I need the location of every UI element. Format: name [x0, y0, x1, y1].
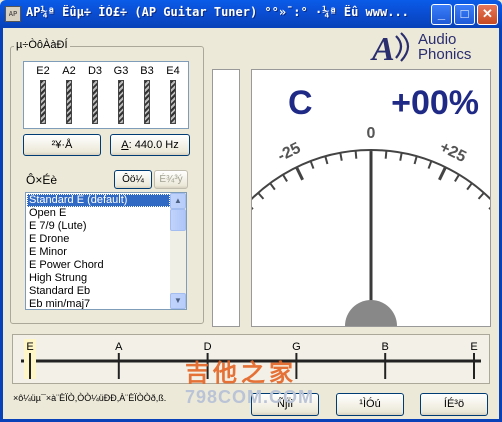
tuning-list-item[interactable]: Standard E (default) — [27, 194, 170, 207]
fret-note-label: E — [26, 341, 33, 353]
meter-tick — [354, 150, 358, 159]
close-button[interactable]: ✕ — [477, 4, 498, 25]
fret-note-label: B — [382, 341, 389, 353]
tuning-list-item[interactable]: E Power Chord — [27, 259, 170, 272]
meter-tick — [413, 155, 418, 165]
detected-note: C — [288, 84, 313, 122]
play-button[interactable]: ²¥·Å — [23, 134, 101, 156]
tuning-list[interactable]: ▲ ▼ Standard E (default) Open EE 7/9 (Lut… — [25, 192, 187, 310]
fret-note-label: D — [204, 341, 212, 353]
string-peg-a2[interactable] — [66, 80, 72, 124]
string-label: E4 — [166, 65, 180, 77]
fretboard-indicator: EADGBE — [12, 334, 490, 384]
reference-pitch-button[interactable]: A: 440.0 Hz — [110, 134, 190, 156]
meter-tick — [257, 192, 265, 200]
about-button[interactable]: ¹ÌÓú — [336, 393, 404, 416]
tuning-list-item[interactable]: E Minor — [27, 246, 170, 259]
scroll-thumb[interactable] — [170, 209, 186, 231]
string-label: E2 — [36, 65, 50, 77]
meter-tick — [295, 166, 304, 181]
group-label: µ÷ÒôÀàÐÍ — [14, 39, 70, 51]
tuning-list-item[interactable]: Eb min/maj7 — [27, 298, 170, 309]
pitch-value: : 440.0 Hz — [128, 139, 179, 151]
level-meter-strip — [212, 69, 240, 327]
tuning-list-item[interactable]: E 7/9 (Lute) — [27, 220, 170, 233]
meter-tick — [282, 174, 288, 182]
meter-scale-label: +25 — [437, 139, 469, 166]
fret-note-label: G — [292, 341, 301, 353]
scroll-down-icon[interactable]: ▼ — [170, 293, 186, 309]
add-tuning-button[interactable]: Ôö¼ — [114, 170, 152, 189]
tuning-list-item[interactable]: High Strung — [27, 272, 170, 285]
string-label: D3 — [87, 65, 103, 77]
tuning-list-title: Ô×Éè — [26, 173, 58, 187]
list-scrollbar[interactable]: ▲ ▼ — [170, 193, 186, 309]
status-text: ×ô¼üµ¯×à¨ÈÏÒ,ÒÒ¼üÐÐ,À¨ÈÏÒÒð,ß. — [13, 393, 167, 403]
meter-tick — [427, 160, 433, 169]
string-peg-e4[interactable] — [170, 80, 176, 124]
logo-text: Audio Phonics — [418, 32, 471, 62]
maximize-button[interactable]: □ — [454, 4, 475, 25]
meter-scale-label: 0 — [367, 125, 376, 142]
logo-mark: A — [370, 31, 395, 64]
logo-mark-icon: A — [370, 31, 410, 64]
meter-tick — [399, 152, 403, 161]
meter-hub — [345, 300, 397, 326]
string-peg-d3[interactable] — [92, 80, 98, 124]
minimize-button[interactable]: _ — [431, 4, 452, 25]
meter-tick — [454, 174, 460, 182]
meter-tick — [252, 206, 254, 210]
meter-tick — [324, 155, 329, 165]
logo-line-1: Audio — [418, 31, 457, 48]
meter-dial: C +00% -50-250+25+50 — [252, 84, 490, 326]
strings-panel: E2 A2 D3 G3 B3 E4 — [23, 61, 189, 129]
help-button[interactable]: ÑjÏi — [251, 393, 319, 416]
audio-phonics-logo: A Audio Phonics — [368, 30, 488, 66]
delete-tuning-button[interactable]: É¾³ý — [154, 170, 188, 189]
exit-button[interactable]: ÍÉ³ö — [420, 393, 488, 416]
fret-note-label: A — [115, 341, 123, 353]
meter-tick — [477, 192, 485, 200]
fretboard-strip: EADGBE — [21, 339, 481, 379]
meter-tick — [384, 150, 388, 159]
logo-line-2: Phonics — [418, 46, 472, 63]
meter-scale-label: -25 — [275, 140, 303, 165]
string-peg-e2[interactable] — [40, 80, 46, 124]
string-peg-b3[interactable] — [144, 80, 150, 124]
tuning-list-item[interactable]: Standard Eb — [27, 285, 170, 298]
string-label: A2 — [62, 65, 76, 77]
string-label: B3 — [140, 65, 154, 77]
meter-tick — [438, 166, 447, 181]
fret-note-label: E — [470, 341, 477, 353]
meter-tick — [309, 160, 315, 169]
meter-tick — [269, 182, 276, 191]
tuning-list-item[interactable]: Open E — [27, 207, 170, 220]
string-label: G3 — [113, 65, 129, 77]
window-title: AP¼ª Ëûµ÷ ÌÒ£÷ (AP Guitar Tuner) °°»¯:° … — [26, 5, 409, 19]
pitch-accel-key: A — [121, 139, 129, 151]
title-bar[interactable]: AP AP¼ª Ëûµ÷ ÌÒ£÷ (AP Guitar Tuner) °°»¯… — [0, 0, 502, 28]
tuning-meter: C +00% -50-250+25+50 — [251, 69, 491, 327]
pitch-deviation: +00% — [391, 84, 479, 122]
string-peg-g3[interactable] — [118, 80, 124, 124]
app-icon[interactable]: AP — [5, 6, 21, 22]
meter-tick — [339, 152, 343, 161]
logo-waves — [395, 32, 410, 62]
tuning-list-item[interactable]: E Drone — [27, 233, 170, 246]
scroll-up-icon[interactable]: ▲ — [170, 193, 186, 209]
meter-tick — [488, 206, 490, 210]
meter-tick — [466, 182, 473, 191]
